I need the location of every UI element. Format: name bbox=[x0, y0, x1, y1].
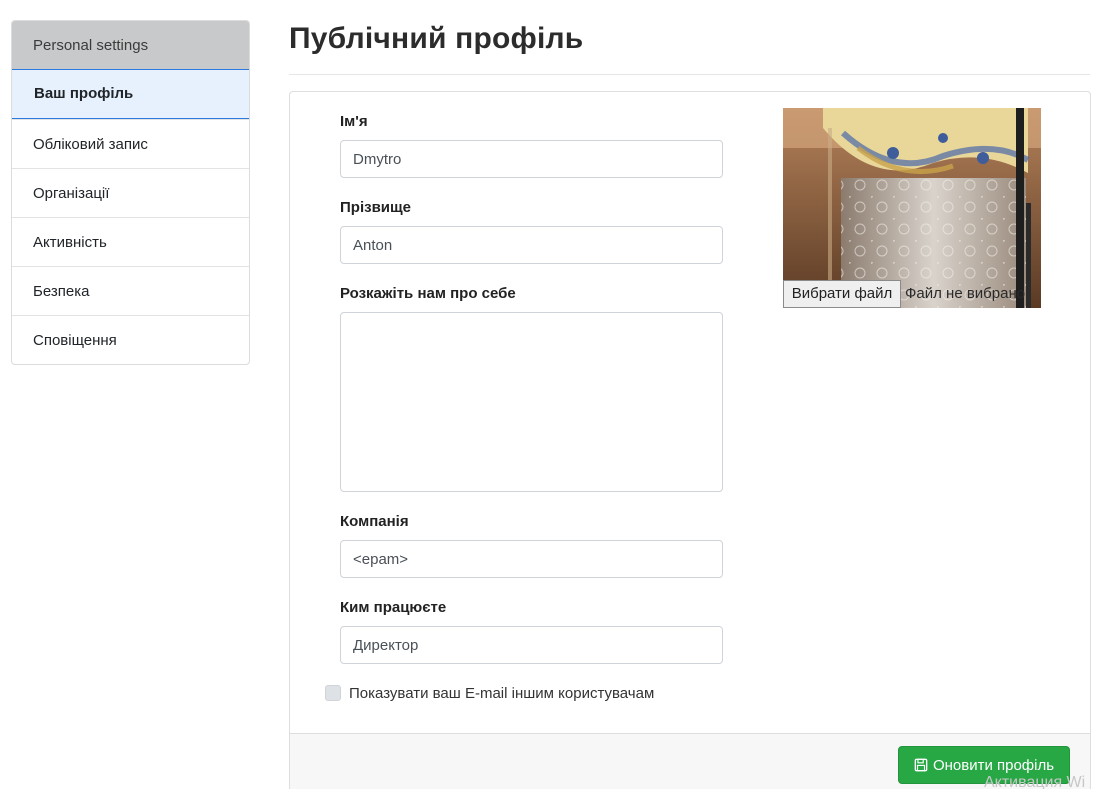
company-input[interactable] bbox=[340, 540, 723, 578]
page-title: Публічний профіль bbox=[289, 22, 584, 55]
title-divider bbox=[289, 74, 1090, 75]
first-name-input[interactable] bbox=[340, 140, 723, 178]
company-label: Компанія bbox=[340, 513, 409, 530]
position-input[interactable] bbox=[340, 626, 723, 664]
update-profile-label: Оновити профіль bbox=[932, 756, 1055, 774]
sidebar-item-activity[interactable]: Активність bbox=[12, 217, 249, 266]
avatar-photo bbox=[783, 108, 1041, 308]
card-footer: Оновити профіль bbox=[290, 733, 1090, 789]
avatar: Вибрати файл Файл не вибрано bbox=[783, 108, 1041, 308]
save-icon bbox=[914, 758, 928, 772]
show-email-checkbox[interactable] bbox=[325, 685, 341, 701]
sidebar-item-organizations[interactable]: Організації bbox=[12, 168, 249, 217]
position-label: Ким працюєте bbox=[340, 599, 447, 616]
choose-file-button[interactable]: Вибрати файл bbox=[783, 280, 901, 308]
last-name-input[interactable] bbox=[340, 226, 723, 264]
sidebar-item-notifications[interactable]: Сповіщення bbox=[12, 315, 249, 364]
sidebar-item-security[interactable]: Безпека bbox=[12, 266, 249, 315]
profile-card: Ім'я Прізвище Розкажіть нам про себе Ком… bbox=[289, 91, 1091, 789]
sidebar-item-profile[interactable]: Ваш профіль bbox=[12, 69, 249, 119]
os-activation-watermark: Активация Wi bbox=[984, 774, 1086, 789]
settings-sidebar: Personal settings Ваш профіль Обліковий … bbox=[11, 20, 250, 365]
sidebar-item-account[interactable]: Обліковий запис bbox=[12, 119, 249, 168]
sidebar-header: Personal settings bbox=[12, 21, 249, 70]
show-email-label: Показувати ваш E-mail іншим користувачам bbox=[349, 684, 655, 702]
first-name-label: Ім'я bbox=[340, 113, 368, 130]
show-email-option: Показувати ваш E-mail іншим користувачам bbox=[325, 683, 654, 703]
file-status-text: Файл не вибрано bbox=[905, 285, 1026, 302]
last-name-label: Прізвище bbox=[340, 199, 412, 216]
about-label: Розкажіть нам про себе bbox=[340, 285, 516, 302]
about-textarea[interactable] bbox=[340, 312, 723, 492]
